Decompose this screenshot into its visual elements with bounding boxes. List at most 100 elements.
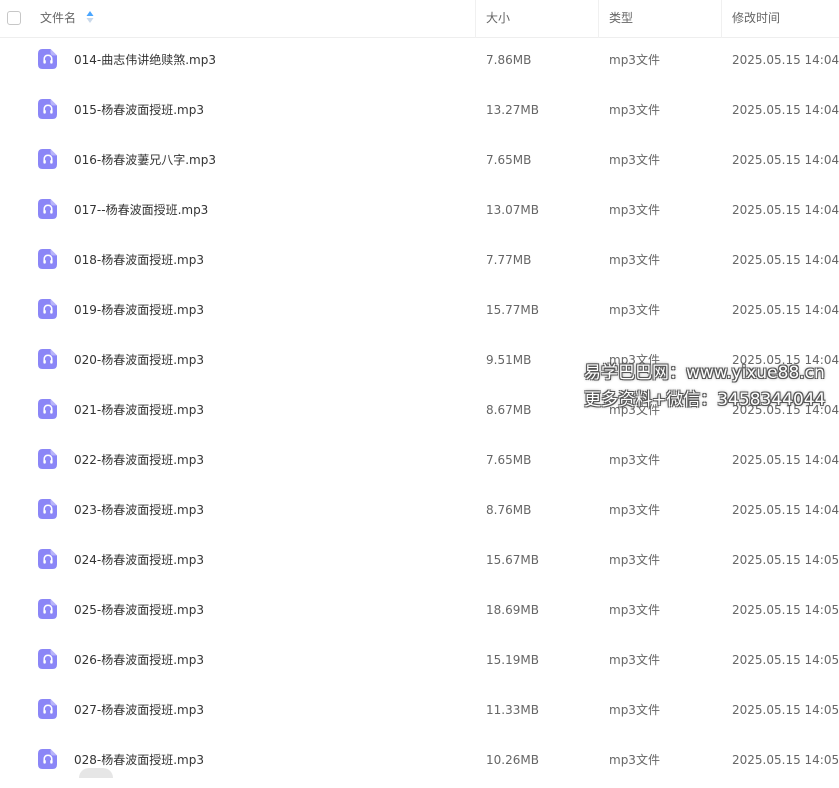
file-modified-time: 2025.05.15 14:05 [732,603,839,617]
file-modified-time: 2025.05.15 14:04 [732,303,839,317]
file-row[interactable]: 019-杨春波面授班.mp3 15.77MB mp3文件 2025.05.15 14:… [0,288,839,338]
file-size: 7.65MB [486,153,532,167]
file-row[interactable]: 024-杨春波面授班.mp3 15.67MB mp3文件 2025.05.15 14:… [0,538,839,588]
file-name[interactable]: 018-杨春波面授班.mp3 [74,251,204,269]
file-list-header: 文件名 大小 类型 修改时间 [0,0,839,38]
file-name[interactable]: 017--杨春波面授班.mp3 [74,201,208,219]
audio-file-icon [38,399,57,419]
audio-file-icon [38,449,57,469]
audio-file-icon [38,299,57,319]
file-modified-time: 2025.05.15 14:05 [732,753,839,767]
file-name[interactable]: 019-杨春波面授班.mp3 [74,301,204,319]
audio-file-icon [38,749,57,769]
file-type: mp3文件 [609,703,660,717]
audio-file-icon [38,99,57,119]
audio-file-icon [38,149,57,169]
file-type: mp3文件 [609,353,660,367]
file-type: mp3文件 [609,753,660,767]
file-name[interactable]: 021-杨春波面授班.mp3 [74,401,204,419]
select-all-checkbox[interactable] [7,11,21,25]
file-type: mp3文件 [609,153,660,167]
file-row[interactable]: 026-杨春波面授班.mp3 15.19MB mp3文件 2025.05.15 14:… [0,638,839,688]
file-size: 8.76MB [486,503,532,517]
file-type: mp3文件 [609,553,660,567]
column-divider[interactable] [475,0,476,38]
file-modified-time: 2025.05.15 14:04 [732,353,839,367]
file-row[interactable]: 027-杨春波面授班.mp3 11.33MB mp3文件 2025.05.15 14:… [0,688,839,738]
file-name[interactable]: 016-杨春波萋兄八字.mp3 [74,151,216,169]
audio-file-icon [38,349,57,369]
file-name[interactable]: 027-杨春波面授班.mp3 [74,701,204,719]
column-divider[interactable] [721,0,722,38]
file-modified-time: 2025.05.15 14:04 [732,53,839,67]
file-type: mp3文件 [609,653,660,667]
file-name[interactable]: 022-杨春波面授班.mp3 [74,451,204,469]
column-header-modified[interactable]: 修改时间 [732,0,780,37]
file-modified-time: 2025.05.15 14:05 [732,703,839,717]
file-size: 15.77MB [486,303,539,317]
file-size: 18.69MB [486,603,539,617]
audio-file-icon [38,199,57,219]
file-type: mp3文件 [609,103,660,117]
file-row[interactable]: 023-杨春波面授班.mp3 8.76MB mp3文件 2025.05.15 14:0… [0,488,839,538]
file-name[interactable]: 014-曲志伟讲绝赎煞.mp3 [74,51,216,69]
file-row[interactable]: 020-杨春波面授班.mp3 9.51MB mp3文件 2025.05.15 14:0… [0,338,839,388]
file-name[interactable]: 024-杨春波面授班.mp3 [74,551,204,569]
file-name[interactable]: 023-杨春波面授班.mp3 [74,501,204,519]
file-modified-time: 2025.05.15 14:04 [732,453,839,467]
file-row[interactable]: 025-杨春波面授班.mp3 18.69MB mp3文件 2025.05.15 14:… [0,588,839,638]
column-divider[interactable] [598,0,599,38]
file-size: 9.51MB [486,353,532,367]
file-name[interactable]: 020-杨春波面授班.mp3 [74,351,204,369]
column-header-name[interactable]: 文件名 [40,0,76,37]
file-modified-time: 2025.05.15 14:05 [732,553,839,567]
file-size: 15.19MB [486,653,539,667]
audio-file-icon [38,249,57,269]
audio-file-icon [38,49,57,69]
file-size: 13.27MB [486,103,539,117]
column-header-type[interactable]: 类型 [609,0,633,37]
scroll-indicator[interactable] [79,768,113,778]
file-size: 11.33MB [486,703,539,717]
file-size: 10.26MB [486,753,539,767]
sort-ascending-icon[interactable] [86,10,94,24]
file-modified-time: 2025.05.15 14:04 [732,203,839,217]
file-row[interactable]: 014-曲志伟讲绝赎煞.mp3 7.86MB mp3文件 2025.05.15 14:… [0,38,839,88]
file-size: 7.77MB [486,253,532,267]
audio-file-icon [38,649,57,669]
file-type: mp3文件 [609,603,660,617]
audio-file-icon [38,699,57,719]
file-type: mp3文件 [609,453,660,467]
file-type: mp3文件 [609,303,660,317]
audio-file-icon [38,499,57,519]
audio-file-icon [38,599,57,619]
file-name[interactable]: 026-杨春波面授班.mp3 [74,651,204,669]
file-modified-time: 2025.05.15 14:04 [732,153,839,167]
file-type: mp3文件 [609,503,660,517]
file-type: mp3文件 [609,253,660,267]
file-list: 014-曲志伟讲绝赎煞.mp3 7.86MB mp3文件 2025.05.15 14:… [0,38,839,788]
file-row[interactable]: 017--杨春波面授班.mp3 13.07MB mp3文件 2025.05.15 14… [0,188,839,238]
column-header-size[interactable]: 大小 [486,0,510,37]
file-row[interactable]: 018-杨春波面授班.mp3 7.77MB mp3文件 2025.05.15 14:0… [0,238,839,288]
file-row[interactable]: 028-杨春波面授班.mp3 10.26MB mp3文件 2025.05.15 14:… [0,738,839,788]
file-row[interactable]: 022-杨春波面授班.mp3 7.65MB mp3文件 2025.05.15 14:0… [0,438,839,488]
file-name[interactable]: 015-杨春波面授班.mp3 [74,101,204,119]
file-size: 8.67MB [486,403,532,417]
file-row[interactable]: 016-杨春波萋兄八字.mp3 7.65MB mp3文件 2025.05.15 14:… [0,138,839,188]
file-row[interactable]: 021-杨春波面授班.mp3 8.67MB mp3文件 2025.05.15 14:0… [0,388,839,438]
file-modified-time: 2025.05.15 14:04 [732,103,839,117]
audio-file-icon [38,549,57,569]
file-size: 7.65MB [486,453,532,467]
file-modified-time: 2025.05.15 14:04 [732,503,839,517]
file-modified-time: 2025.05.15 14:04 [732,253,839,267]
file-modified-time: 2025.05.15 14:05 [732,653,839,667]
file-name[interactable]: 025-杨春波面授班.mp3 [74,601,204,619]
file-row[interactable]: 015-杨春波面授班.mp3 13.27MB mp3文件 2025.05.15 14:… [0,88,839,138]
file-size: 7.86MB [486,53,532,67]
file-name[interactable]: 028-杨春波面授班.mp3 [74,751,204,769]
file-type: mp3文件 [609,53,660,67]
file-type: mp3文件 [609,203,660,217]
file-size: 13.07MB [486,203,539,217]
file-modified-time: 2025.05.15 14:04 [732,403,839,417]
